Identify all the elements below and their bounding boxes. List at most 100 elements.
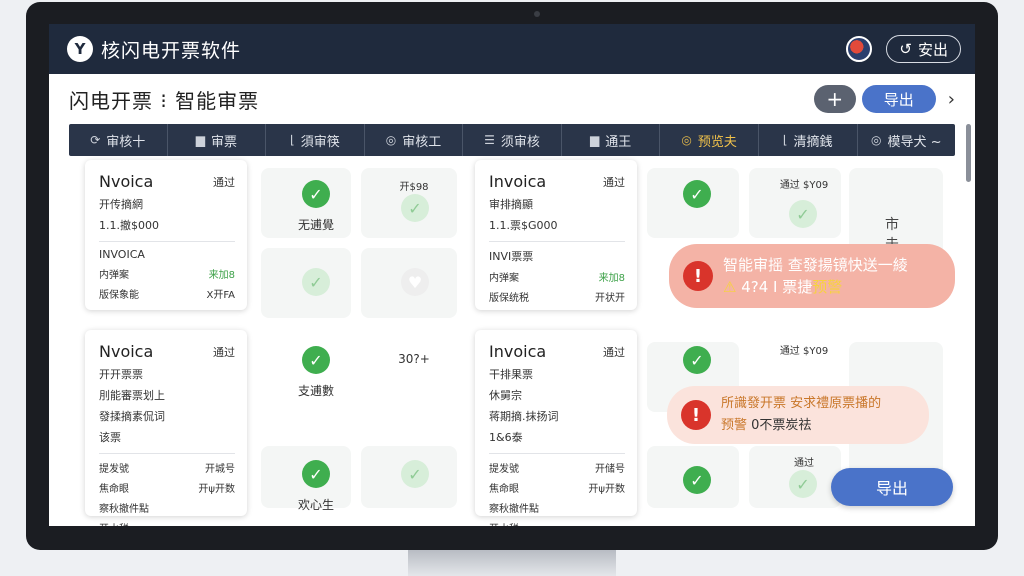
card-field: 刖能審票划上	[99, 389, 165, 402]
row-value: 开状开	[595, 293, 625, 304]
tab-4[interactable]: ☰ 须审核	[463, 124, 562, 156]
check-icon: ✓	[789, 200, 817, 228]
card-row: 察秋撤件點	[489, 500, 625, 515]
logout-label: 安出	[917, 40, 948, 59]
row-key: 焦命眼	[99, 484, 129, 495]
tab-icon: ◎	[871, 133, 882, 147]
invoice-grid: Nvoica 通过 开传摘網 1.1.撤$000 INVOICA 内弹案 来加8 版保象能 X开…	[49, 156, 975, 526]
tab-label: 清摘銭	[793, 134, 833, 150]
status-badge: 通过	[213, 346, 235, 359]
card-field: 审排摘顯	[489, 198, 533, 211]
check-icon: ✓	[683, 466, 711, 494]
row-key: 察秋撤件點	[489, 504, 539, 515]
card-row: 提发號 开城号	[99, 460, 235, 475]
row-key: 版保象能	[99, 290, 139, 301]
row-key: 版保统税	[489, 293, 529, 304]
row-value: 来加8	[598, 273, 625, 284]
row-value: 来加8	[208, 270, 235, 281]
status-badge: 通过	[603, 346, 625, 359]
tab-label: 模导犬 ~	[887, 134, 942, 150]
page-header: 闪电开票 ⁝ 智能审票 + 导出 ›	[49, 74, 975, 124]
alert-line-1: 所識發开票 安求禮原票播的	[721, 396, 882, 411]
invoice-card[interactable]: Invoica 通过 审排摘顯 1.1.票$G000 INVI票票 内弹案 来加8 版保统税 开…	[475, 160, 637, 310]
tab-icon: ▆	[589, 133, 600, 147]
tab-label: 预览夫	[697, 134, 737, 150]
logout-button[interactable]: ↺ 安出	[886, 35, 961, 63]
chevron-right-icon[interactable]: ›	[948, 89, 955, 110]
tab-0[interactable]: ⟳ 审核十	[69, 124, 168, 156]
card-header: Invoica 通过	[489, 342, 625, 361]
error-icon: !	[681, 400, 711, 430]
card-title: Invoica	[489, 172, 547, 191]
app-window: Y 核闪电开票软件 ↺ 安出 闪电开票 ⁝ 智能审票 + 导出 › ⟳ 审核十 ▆ 审…	[49, 24, 975, 526]
row-value: 开储号	[595, 464, 625, 475]
titlebar: Y 核闪电开票软件 ↺ 安出	[49, 24, 975, 74]
page-title: 闪电开票 ⁝ 智能审票	[69, 88, 260, 113]
tab-3[interactable]: ◎ 审核工	[365, 124, 464, 156]
count-label: 30?+	[398, 352, 430, 366]
row-key: 内弹案	[489, 273, 519, 284]
check-icon: ✓	[302, 460, 330, 488]
row-key: 察秋撤件點	[99, 504, 149, 515]
invoice-card[interactable]: Nvoica 通过 开开票票 刖能審票划上 發揉摘素侃词 该票 提发號 开城号 焦命眼 开ψ开数察…	[85, 330, 247, 526]
check-icon: ✓	[401, 194, 429, 222]
warning-icon: ⚠	[723, 278, 737, 296]
tab-6[interactable]: ◎ 预览夫	[660, 124, 759, 156]
alert-line-2: 0不票炭祛	[751, 418, 812, 433]
status-label: 欢心生	[297, 498, 334, 512]
card-subtitle: INVI票票	[489, 250, 534, 263]
alert-smart-audit[interactable]: ! 智能审摇 查發揚镜快送一綾 ⚠ 4?4 I 票捷预警	[669, 244, 955, 308]
tab-8[interactable]: ◎ 模导犬 ~	[858, 124, 956, 156]
tab-7[interactable]: ⌊ 清摘銭	[759, 124, 858, 156]
export-button-header[interactable]: 导出	[861, 85, 936, 113]
tab-label: 須审筷	[300, 134, 340, 150]
divider	[99, 241, 235, 242]
app-logo-icon: Y	[67, 36, 93, 62]
tab-bar: ⟳ 审核十 ▆ 审票 ⌊ 須审筷 ◎ 审核工 ☰ 须审核 ▆ 通王 ◎ 预览夫 ⌊ 清摘銭 ◎ 模导犬 ~	[69, 124, 955, 156]
tab-5[interactable]: ▆ 通王	[562, 124, 661, 156]
status-label: 支逋數	[297, 384, 334, 398]
export-button[interactable]: 导出	[831, 468, 953, 506]
row-key: 焦命眼	[489, 484, 519, 495]
card-field: 开开票票	[99, 368, 143, 381]
tab-2[interactable]: ⌊ 須审筷	[266, 124, 365, 156]
check-icon: ✓	[683, 180, 711, 208]
tab-icon: ▆	[195, 133, 205, 147]
card-row: 内弹案 来加8	[99, 266, 235, 281]
card-field: 开传摘網	[99, 198, 143, 211]
check-icon: ✓	[302, 346, 330, 374]
tab-icon: ⌊	[290, 133, 295, 147]
card-field: 蒋期摘.抹扬词	[489, 410, 559, 423]
mini-status: 开$98	[399, 182, 429, 193]
card-row: 版保象能 X开FA	[99, 286, 235, 301]
row-value: 开城号	[205, 464, 235, 475]
card-row: 焦命眼 开ψ开数	[99, 480, 235, 495]
row-key: 开水税	[99, 520, 129, 526]
row-value: 开ψ开数	[198, 484, 235, 495]
divider	[489, 453, 625, 454]
invoice-card[interactable]: Invoica 通过 干排果票 休舅宗 蒋期摘.抹扬词 1&6泰 提发號 开储号 焦命眼 开ψ开数…	[475, 330, 637, 526]
card-field: 干排果票	[489, 368, 533, 381]
check-icon: ✓	[302, 268, 330, 296]
add-button[interactable]: +	[813, 85, 856, 113]
card-row: 焦命眼 开ψ开数	[489, 480, 625, 495]
tab-label: 通王	[605, 134, 632, 150]
tab-1[interactable]: ▆ 审票	[168, 124, 267, 156]
alert-duplicate[interactable]: ! 所識發开票 安求禮原票播的 预警 0不票炭祛	[667, 386, 929, 444]
mini-status: 通过	[794, 458, 814, 469]
user-avatar[interactable]	[846, 36, 873, 62]
app-title: 核闪电开票软件	[101, 39, 242, 62]
status-badge: 通过	[603, 176, 625, 189]
tab-label: 审票	[210, 134, 237, 150]
error-icon: !	[683, 261, 713, 291]
mini-status: 通过 $Y09	[779, 346, 829, 357]
card-title: Invoica	[489, 342, 547, 361]
mini-status: 通过 $Y09	[779, 180, 829, 191]
tab-label: 审核工	[402, 134, 442, 150]
check-icon: ✓	[302, 180, 330, 208]
card-subtitle: INVOICA	[99, 248, 145, 261]
tab-icon: ⟳	[90, 133, 101, 147]
invoice-card[interactable]: Nvoica 通过 开传摘網 1.1.撤$000 INVOICA 内弹案 来加8 版保象能 X开…	[85, 160, 247, 310]
tab-icon: ☰	[484, 133, 495, 147]
card-field: 發揉摘素侃词	[99, 410, 165, 423]
